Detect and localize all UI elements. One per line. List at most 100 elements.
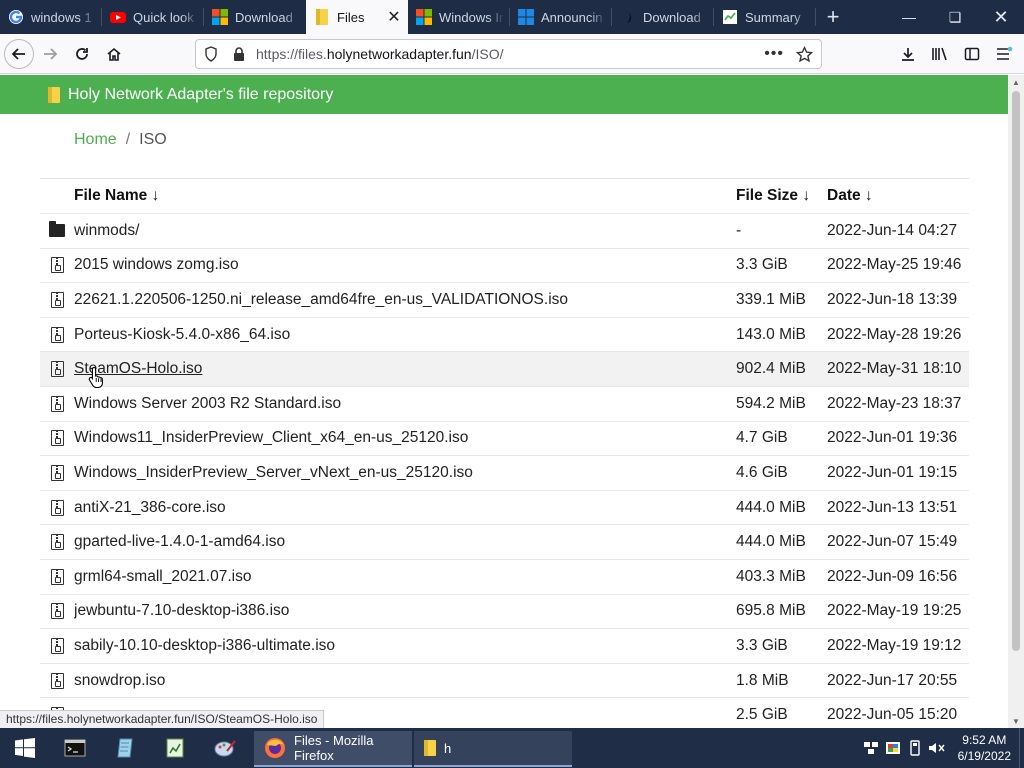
file-link[interactable]: gparted-live-1.4.0-1-amd64.iso — [74, 533, 285, 550]
chart-app-button[interactable] — [150, 728, 200, 768]
browser-tab[interactable]: Quick look — [102, 0, 204, 34]
file-link[interactable]: winmods/ — [74, 222, 139, 239]
browser-tab[interactable]: Summary — [714, 0, 816, 34]
table-row[interactable]: gparted-live-1.4.0-1-amd64.iso 444.0 MiB 2… — [40, 525, 969, 560]
browser-tab[interactable]: Download — [204, 0, 306, 34]
sort-by-name-header[interactable]: File Name ↓ — [74, 187, 736, 205]
table-row[interactable]: Windows_InsiderPreview_Server_vNext_en-u… — [40, 456, 969, 491]
hamburger-menu-icon — [997, 46, 1013, 60]
file-archive-icon — [40, 499, 74, 516]
file-shape — [50, 395, 64, 412]
close-window-button[interactable]: ✕ — [978, 0, 1024, 34]
notepad-app-button[interactable] — [100, 728, 150, 768]
file-link[interactable]: 22621.1.220506-1250.ni_release_amd64fre_… — [74, 291, 568, 308]
usb-device-icon[interactable] — [904, 740, 926, 756]
system-clock[interactable]: 9:52 AM 6/19/2022 — [958, 732, 1011, 764]
table-row[interactable]: winmods/ - 2022-Jun-14 04:27 — [40, 214, 969, 249]
downloads-button[interactable] — [892, 38, 924, 70]
taskbar-app-label: h — [444, 740, 452, 756]
browser-tab[interactable]: Download — [612, 0, 714, 34]
browser-tab[interactable]: windows 1 — [0, 0, 102, 34]
file-shape — [50, 672, 64, 689]
taskbar-app-button[interactable]: Files - Mozilla Firefox — [254, 731, 412, 767]
paint-app-button[interactable] — [200, 728, 250, 768]
microsoft-icon — [212, 9, 228, 25]
file-size-cell: 4.7 GiB — [736, 429, 788, 447]
scrollbar-thumb[interactable] — [1012, 91, 1020, 651]
lock-icon — [234, 47, 244, 61]
library-button[interactable] — [924, 38, 956, 70]
breadcrumb-home-link[interactable]: Home — [74, 131, 117, 148]
file-link[interactable]: 2015 windows zomg.iso — [74, 256, 239, 273]
forward-button[interactable] — [34, 38, 66, 70]
file-link[interactable]: Windows11_InsiderPreview_Client_x64_en-u… — [74, 429, 468, 446]
scroll-down-arrow-icon[interactable]: ▼ — [1008, 714, 1024, 728]
file-archive-icon — [40, 430, 74, 447]
table-row[interactable]: Windows11_InsiderPreview_Client_x64_en-u… — [40, 422, 969, 457]
file-link[interactable]: Windows_InsiderPreview_Server_vNext_en-u… — [74, 464, 473, 481]
taskbar-app-button[interactable]: h — [414, 731, 572, 767]
navigation-toolbar: https://files.holynetworkadapter.fun/ISO… — [0, 34, 1024, 74]
browser-tab[interactable]: Windows In — [408, 0, 510, 34]
minimize-button[interactable]: — — [886, 0, 932, 34]
scroll-up-arrow-icon[interactable]: ▲ — [1008, 75, 1024, 89]
start-button[interactable] — [0, 728, 50, 768]
menu-button[interactable] — [988, 38, 1020, 70]
table-row[interactable]: 2015 windows zomg.iso 3.3 GiB 2022-May-25 … — [40, 249, 969, 284]
table-row[interactable]: Windows Server 2003 R2 Standard.iso 594.2… — [40, 387, 969, 422]
table-row[interactable]: SteamOS-Holo.iso 902.4 MiB 2022-May-31 18:… — [40, 352, 969, 387]
browser-tab[interactable]: Files ✕ — [306, 0, 408, 34]
windows-logo-icon — [15, 738, 35, 758]
file-archive-icon — [40, 568, 74, 585]
show-desktop-button[interactable] — [1019, 728, 1024, 768]
terminal-app-button[interactable] — [50, 728, 100, 768]
bookmark-star-icon[interactable] — [796, 45, 813, 63]
file-link[interactable]: Windows Server 2003 R2 Standard.iso — [74, 395, 341, 412]
sort-by-size-header[interactable]: File Size ↓ — [736, 187, 827, 205]
file-shape — [50, 637, 64, 654]
file-name-cell: gparted-live-1.4.0-1-amd64.iso — [74, 533, 736, 551]
file-link[interactable]: grml64-small_2021.07.iso — [74, 568, 251, 585]
page-actions-icon[interactable]: ••• — [764, 45, 784, 63]
network-icon[interactable] — [860, 741, 882, 755]
file-date-cell: 2022-May-25 19:46 — [827, 256, 962, 274]
file-link[interactable]: Porteus-Kiosk-5.4.0-x86_64.iso — [74, 326, 290, 343]
forward-arrow-icon — [44, 47, 58, 60]
table-row[interactable]: grml64-small_2021.07.iso 403.3 MiB 2022-Ju… — [40, 560, 969, 595]
sort-by-date-header[interactable]: Date ↓ — [827, 187, 969, 205]
restore-button[interactable]: ❏ — [932, 0, 978, 34]
close-tab-icon[interactable]: ✕ — [386, 7, 402, 27]
table-row[interactable]: 22621.1.220506-1250.ni_release_amd64fre_… — [40, 283, 969, 318]
volume-muted-icon[interactable] — [926, 741, 948, 755]
table-row[interactable]: snowdrop.iso 1.8 MiB 2022-Jun-17 20:55 — [40, 664, 969, 699]
window-controls: — ❏ ✕ — [886, 0, 1024, 34]
file-size-cell: 594.2 MiB — [736, 394, 806, 412]
url-text[interactable]: https://files.holynetworkadapter.fun/ISO… — [256, 46, 764, 62]
file-link[interactable]: sabily-10.10-desktop-i386-ultimate.iso — [74, 637, 335, 654]
table-row[interactable]: antiX-21_386-core.iso 444.0 MiB 2022-Jun-1… — [40, 491, 969, 526]
address-bar[interactable]: https://files.holynetworkadapter.fun/ISO… — [195, 39, 822, 69]
file-link[interactable]: jewbuntu-7.10-desktop-i386.iso — [74, 602, 289, 619]
sidebar-button[interactable] — [956, 38, 988, 70]
file-size-cell: 3.3 GiB — [736, 636, 788, 654]
table-row[interactable]: sabily-10.10-desktop-i386-ultimate.iso 3.… — [40, 629, 969, 664]
tab-label: Quick look — [133, 9, 194, 25]
browser-tab[interactable]: Announcin — [510, 0, 612, 34]
file-shape — [50, 291, 64, 308]
back-button[interactable] — [4, 38, 34, 69]
file-link[interactable]: snowdrop.iso — [74, 672, 165, 689]
file-shape — [50, 464, 64, 481]
table-row[interactable]: jewbuntu-7.10-desktop-i386.iso 695.8 MiB 2… — [40, 595, 969, 630]
table-row[interactable]: Porteus-Kiosk-5.4.0-x86_64.iso 143.0 MiB 2… — [40, 318, 969, 353]
file-size-cell: - — [736, 221, 742, 239]
home-button[interactable] — [98, 38, 130, 70]
file-archive-icon — [40, 395, 74, 412]
page-scrollbar[interactable]: ▲ ▼ — [1008, 75, 1024, 728]
new-tab-button[interactable]: + — [816, 0, 850, 34]
file-size-cell: 695.8 MiB — [736, 602, 806, 620]
file-date-cell: 2022-Jun-09 16:56 — [827, 567, 958, 585]
reload-button[interactable] — [66, 38, 98, 70]
file-link[interactable]: antiX-21_386-core.iso — [74, 499, 226, 516]
display-icon[interactable] — [882, 741, 904, 755]
file-shape — [50, 430, 64, 447]
